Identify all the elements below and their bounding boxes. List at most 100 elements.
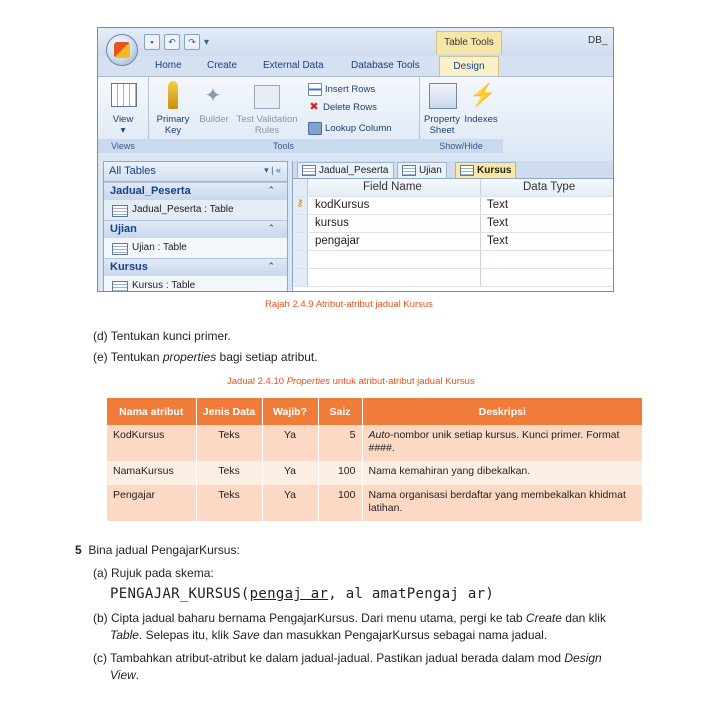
doc-tab-kursus[interactable]: Kursus [455,162,517,178]
nav-collapse-icon[interactable]: ▾ | « [264,165,281,176]
step-5c-view: View [110,668,136,682]
doc-tab-label: Ujian [419,165,442,176]
col-header: Nama atribut [107,398,197,425]
table-icon [402,165,416,176]
grid-row[interactable]: ⚷ kodKursus Text [293,197,613,215]
step-e-italic: properties [162,350,217,364]
group-tools-label: Tools [148,139,419,153]
nav-item-label: Ujian : Table [132,242,187,253]
step-e: (e) Tentukan properties bagi setiap atri… [93,350,318,364]
step-5c-text: (c) Tambahkan atribut-atribut ke dalam j… [93,651,565,665]
delete-rows-button[interactable]: ✖ Delete Rows [308,102,376,114]
group-tools: Primary Key ✦ Builder Test Validation Ru… [148,77,420,153]
column-divider [480,269,481,286]
insert-rows-button[interactable]: Insert Rows [308,83,375,96]
undo-icon[interactable]: ↶ [164,34,180,50]
schema-primary-key: pengaj ar [249,586,329,602]
nav-item-kursus[interactable]: Kursus : Table [104,276,287,291]
view-button[interactable]: View ▾ [104,114,142,136]
builder-button[interactable]: Builder [194,114,234,125]
tab-home[interactable]: Home [155,60,182,71]
nav-header-label: All Tables [109,165,156,177]
field-name-cell[interactable]: kodKursus [315,199,369,211]
tab-database-tools[interactable]: Database Tools [351,60,420,71]
row-selector[interactable] [293,251,308,268]
nav-group-kursus[interactable]: Kursus ⌃ [104,258,287,276]
lookup-column-button[interactable]: Lookup Column [308,122,392,135]
insert-rows-label: Insert Rows [325,84,376,95]
step-5c-end: . [135,668,140,682]
table-row: NamaKursus Teks Ya 100 Nama kemahiran ya… [107,461,643,485]
data-type-cell[interactable]: Text [487,217,508,229]
cell-size: 5 [318,425,363,461]
customize-icon[interactable]: ▾ [204,37,209,48]
cell-required: Ya [262,461,319,485]
nav-item-label: Kursus : Table [132,280,196,291]
table-icon [460,165,474,176]
cell-type: Teks [196,461,263,485]
nav-group-ujian[interactable]: Ujian ⌃ [104,220,287,238]
data-type-cell[interactable]: Text [487,199,508,211]
grid-header-row: Field Name Data Type [293,179,613,197]
redo-icon[interactable]: ↷ [184,34,200,50]
tab-external-data[interactable]: External Data [263,60,324,71]
tab-create[interactable]: Create [207,60,237,71]
cell-description-text: Nama organisasi berdaftar yang membekalk… [368,489,626,514]
nav-item-ujian[interactable]: Ujian : Table [104,238,287,258]
tab-design[interactable]: Design [439,56,499,77]
col-header: Wajib? [262,398,319,425]
cell-required: Ya [262,485,319,521]
chevron-up-icon: ⌃ [267,185,275,195]
window-title: DB_ [588,35,608,46]
indexes-button[interactable]: Indexes [459,114,503,125]
test-validation-button[interactable]: Test Validation Rules [232,114,302,136]
data-type-cell[interactable]: Text [487,235,508,247]
nav-group-label: Jadual_Peserta [110,185,191,197]
nav-group-jadual-peserta[interactable]: Jadual_Peserta ⌃ [104,182,287,200]
properties-table: Nama atribut Jenis Data Wajib? Saiz Desk… [107,398,643,521]
validation-icon [254,85,280,109]
office-button[interactable] [106,34,138,66]
field-name-cell[interactable]: pengajar [315,235,360,247]
cell-name: NamaKursus [107,461,197,485]
step-5c-design: Design [564,651,602,665]
primary-key-icon[interactable]: ⚷ [293,197,308,214]
step-5b-line2: Table. Selepas itu, klik Save dan masukk… [110,628,547,642]
field-grid: Field Name Data Type ⚷ kodKursus Text ku… [293,179,613,287]
doc-tab-jadual-peserta[interactable]: Jadual_Peserta [297,162,394,178]
save-icon[interactable]: ▪ [144,34,160,50]
step-5b-save: Save [232,628,260,642]
step-5c-line1: (c) Tambahkan atribut-atribut ke dalam j… [93,651,602,665]
grid-row[interactable]: pengajar Text [293,233,613,251]
test-validation-label-2: Rules [254,125,280,136]
grid-row[interactable]: kursus Text [293,215,613,233]
col-header: Saiz [318,398,363,425]
doc-tab-label: Jadual_Peserta [319,165,389,176]
document-tabs: Jadual_Peserta Ujian Kursus [293,161,613,179]
grid-row-empty[interactable] [293,269,613,287]
step-5b-text4: dan masukkan PengajarKursus sebagai nama… [259,628,548,642]
grid-row-empty[interactable] [293,251,613,269]
table-header-row: Nama atribut Jenis Data Wajib? Saiz Desk… [107,398,643,425]
doc-tab-ujian[interactable]: Ujian [397,162,447,178]
access-screenshot: ▪ ↶ ↷ ▾ Table Tools DB_ Home Create Exte… [97,27,614,292]
lookup-column-icon [308,122,322,135]
cell-description: Auto-nombor unik setiap kursus. Kunci pr… [362,425,643,461]
primary-key-button[interactable]: Primary Key [156,114,190,136]
field-name-cell[interactable]: kursus [315,217,349,229]
nav-item-jadual-peserta[interactable]: Jadual_Peserta : Table [104,200,287,220]
test-validation-label-1: Test Validation [236,114,298,125]
group-views-label: Views [98,139,148,153]
primary-key-label-2: Key [164,125,182,136]
row-selector[interactable] [293,269,308,286]
key-icon [168,81,178,109]
row-selector[interactable] [293,233,308,250]
row-selector[interactable] [293,215,308,232]
table-caption-suffix: untuk atribut-atribut jadual Kursus [330,376,475,387]
nav-header[interactable]: All Tables ▾ | « [104,162,287,182]
step-5b-table: Table [110,628,139,642]
step-5b-line1: (b) Cipta jadual baharu bernama Pengajar… [93,611,606,625]
nav-group-label: Ujian [110,223,137,235]
lookup-column-label: Lookup Column [325,123,392,134]
ribbon: View ▾ Views Primary Key ✦ Builder Test V… [98,76,613,154]
